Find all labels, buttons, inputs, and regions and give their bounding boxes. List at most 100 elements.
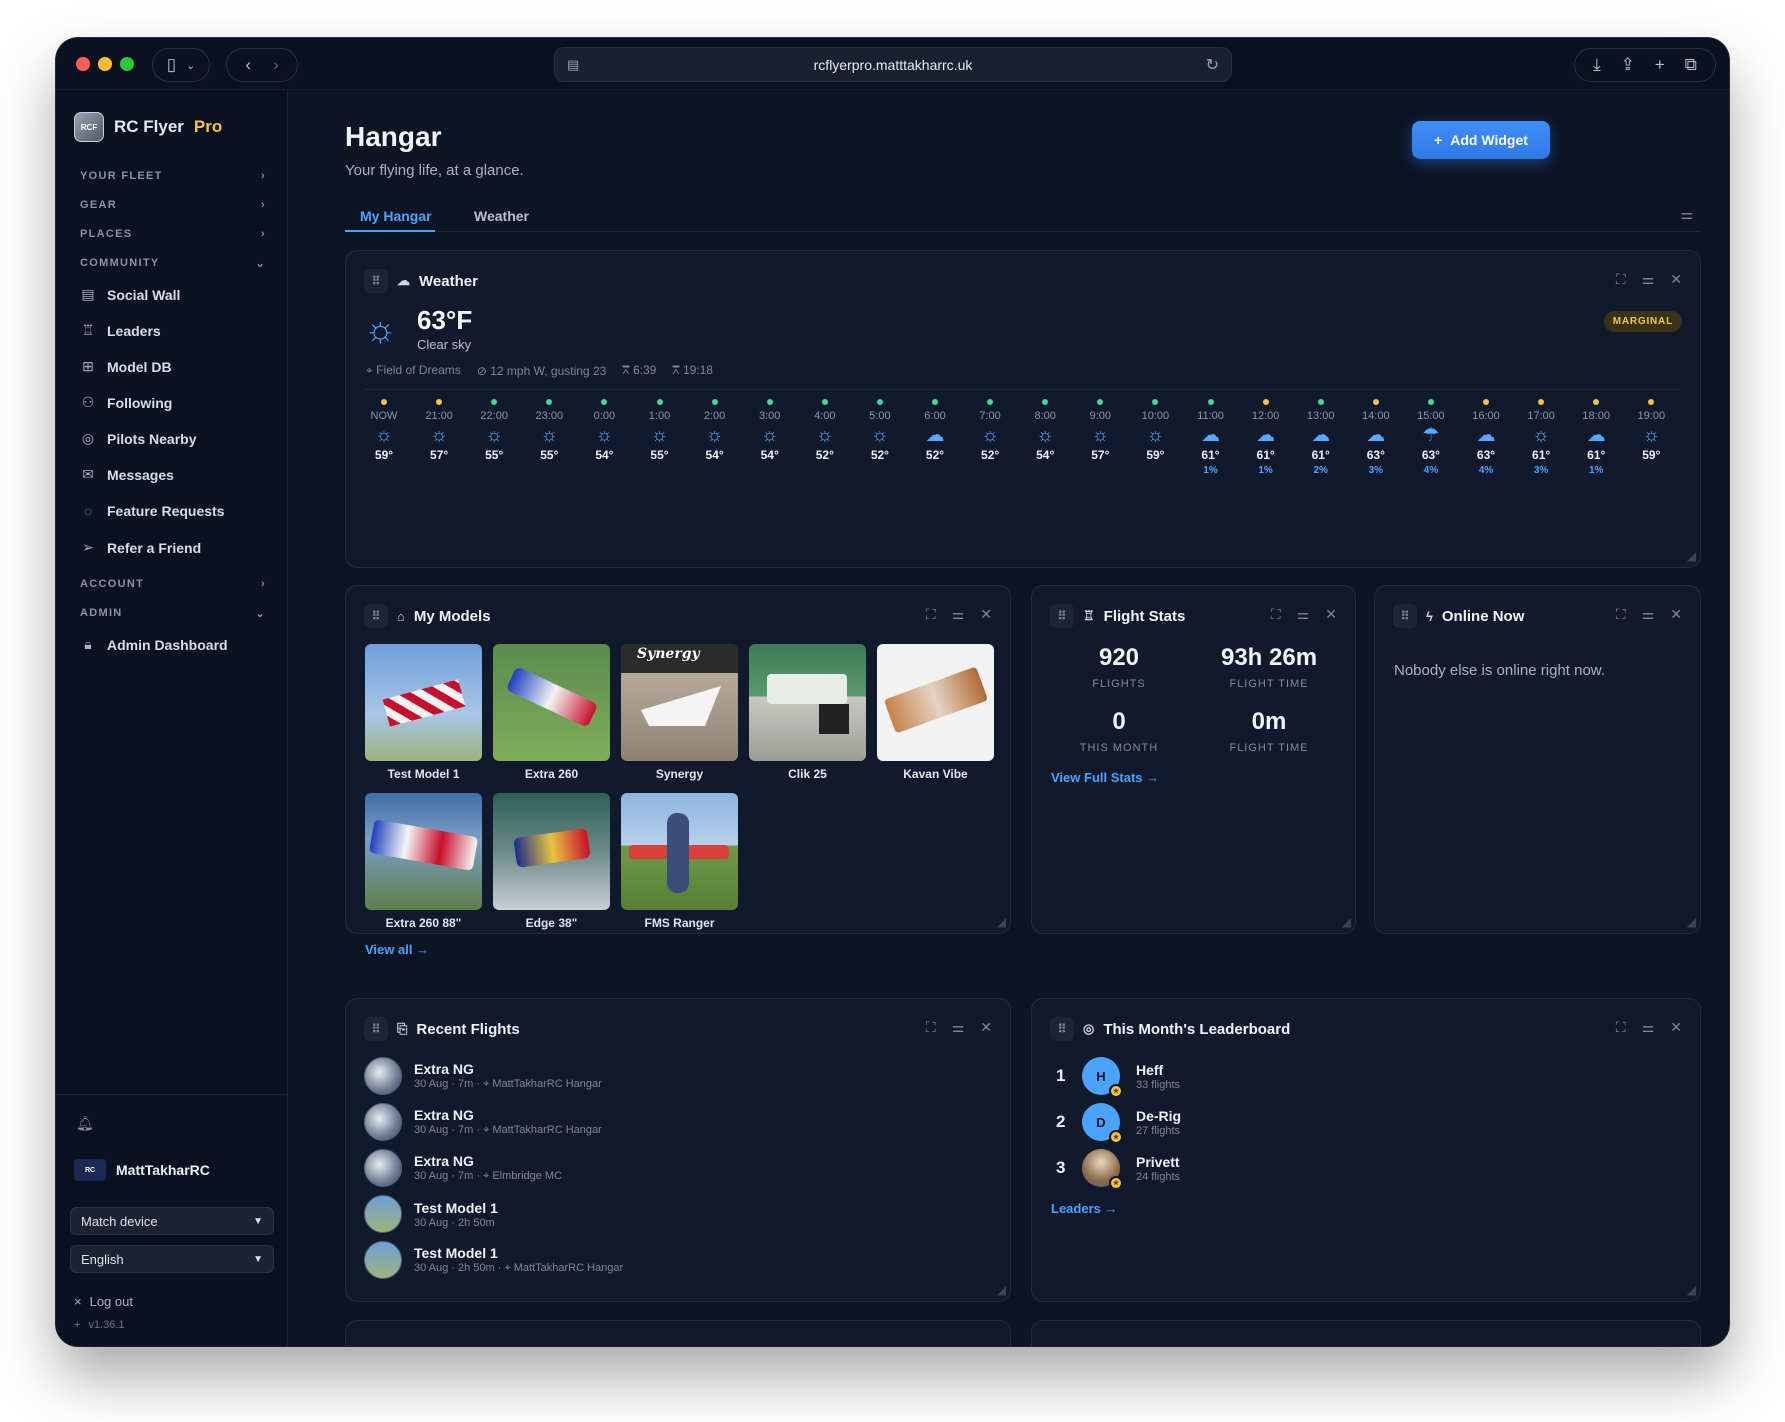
- stat-value: 0: [1112, 708, 1126, 735]
- close-window-button[interactable]: [76, 57, 90, 71]
- close-icon[interactable]: ✕: [1325, 606, 1337, 623]
- section-gear[interactable]: GEAR ›: [80, 199, 266, 211]
- section-your-fleet[interactable]: YOUR FLEET ›: [80, 170, 266, 182]
- list-item[interactable]: Test Model 1 30 Aug · 2h 50m: [364, 1195, 498, 1233]
- brand[interactable]: RCF RC Flyer Pro: [74, 112, 222, 142]
- share-icon[interactable]: ⇪: [1621, 55, 1635, 75]
- resize-handle-icon[interactable]: ◢: [997, 1283, 1006, 1297]
- zoom-window-button[interactable]: [120, 57, 134, 71]
- drag-handle-icon[interactable]: ⠿: [1050, 1017, 1074, 1041]
- link-label: Leaders: [1051, 1201, 1101, 1216]
- add-widget-button[interactable]: + Add Widget: [1412, 121, 1550, 159]
- settings-icon[interactable]: ⚌: [952, 1019, 965, 1036]
- section-admin[interactable]: ADMIN ⌄: [80, 607, 266, 620]
- section-places[interactable]: PLACES ›: [80, 228, 266, 240]
- tab-overview-icon[interactable]: ⧉: [1685, 55, 1697, 75]
- tab-weather[interactable]: Weather: [474, 208, 529, 224]
- reload-icon[interactable]: ↻: [1206, 55, 1219, 75]
- model-card[interactable]: Kavan Vibe: [877, 644, 994, 781]
- clipboard-icon: ⎘: [397, 1021, 408, 1036]
- drag-handle-icon[interactable]: ⠿: [1050, 604, 1074, 628]
- sidebar-item-social-wall[interactable]: ▤ Social Wall: [80, 286, 180, 303]
- settings-icon[interactable]: ⚌: [1297, 606, 1310, 623]
- view-all-models-link[interactable]: View all →: [365, 942, 429, 957]
- drag-handle-icon[interactable]: ⠿: [364, 1017, 388, 1041]
- settings-icon[interactable]: ⚌: [1642, 271, 1655, 288]
- sidebar-item-refer-a-friend[interactable]: ➢ Refer a Friend: [80, 539, 201, 556]
- leaderboard-row[interactable]: 3 ★ Privett 24 flights: [1056, 1149, 1180, 1190]
- close-icon[interactable]: ✕: [980, 1019, 992, 1036]
- user-profile[interactable]: RC MattTakharRC: [74, 1159, 210, 1181]
- back-icon[interactable]: ‹: [245, 55, 251, 75]
- tab-my-hangar[interactable]: My Hangar: [360, 208, 432, 224]
- leaderboard-row[interactable]: 2 D ★ De-Rig 27 flights: [1056, 1103, 1181, 1144]
- view-full-stats-link[interactable]: View Full Stats →: [1051, 770, 1159, 785]
- model-name: Extra 260: [524, 767, 579, 781]
- section-account[interactable]: ACCOUNT ›: [80, 578, 266, 590]
- close-icon[interactable]: ✕: [1670, 1019, 1682, 1036]
- resize-handle-icon[interactable]: ◢: [997, 915, 1006, 929]
- theme-select[interactable]: Match device ▼: [70, 1207, 274, 1235]
- close-icon[interactable]: ✕: [980, 606, 992, 623]
- drag-handle-icon[interactable]: ⠿: [364, 604, 388, 628]
- expand-icon[interactable]: ⛶: [1616, 1019, 1626, 1036]
- sidebar-toggle-button[interactable]: ▯ ⌄: [152, 48, 210, 82]
- language-select[interactable]: English ▼: [70, 1245, 274, 1273]
- expand-icon[interactable]: ⛶: [1616, 271, 1626, 288]
- expand-icon[interactable]: ⛶: [1271, 606, 1281, 623]
- sidebar-item-leaders[interactable]: ♖ Leaders: [80, 322, 161, 339]
- sidebar-item-label: Pilots Nearby: [107, 430, 197, 447]
- model-card[interactable]: Synergy Synergy: [621, 644, 738, 781]
- close-icon[interactable]: ✕: [1670, 271, 1682, 288]
- resize-handle-icon[interactable]: ◢: [1342, 915, 1351, 929]
- drag-handle-icon[interactable]: ⠿: [1393, 604, 1417, 628]
- expand-icon[interactable]: ⛶: [1616, 606, 1626, 623]
- model-card[interactable]: Clik 25: [749, 644, 866, 781]
- drag-handle-icon[interactable]: ⠿: [364, 269, 388, 293]
- page-settings-icon[interactable]: ▤: [567, 57, 579, 73]
- version-label: v1.36.1: [88, 1319, 125, 1331]
- leaders-link[interactable]: Leaders →: [1051, 1201, 1118, 1216]
- settings-icon[interactable]: ⚌: [952, 606, 965, 623]
- model-card[interactable]: FMS Ranger: [621, 793, 738, 930]
- section-community[interactable]: COMMUNITY ⌄: [80, 257, 266, 270]
- resize-handle-icon[interactable]: ◢: [1687, 1283, 1696, 1297]
- layout-settings-icon[interactable]: ⚌: [1680, 206, 1693, 223]
- settings-icon[interactable]: ⚌: [1642, 1019, 1655, 1036]
- sidebar-item-admin-dashboard[interactable]: 🔒︎ Admin Dashboard: [80, 636, 227, 653]
- download-icon[interactable]: ⤓: [1593, 55, 1601, 75]
- sunrise-text: 6:39: [632, 363, 657, 377]
- sidebar-item-feature-requests[interactable]: ◌ Feature Requests: [80, 503, 225, 519]
- history-nav: ‹ ›: [226, 48, 298, 82]
- leaderboard-row[interactable]: 1 H ★ Heff 33 flights: [1056, 1057, 1180, 1098]
- hour-temp: 54°: [705, 448, 724, 462]
- hour-temp: 61°: [1587, 448, 1606, 462]
- list-item[interactable]: Extra NG 30 Aug · 7m · ⌖ Elmbridge MC: [364, 1149, 562, 1187]
- flyability-dot: [1427, 399, 1434, 405]
- sidebar-item-messages[interactable]: ✉ Messages: [80, 466, 174, 483]
- section-label: ACCOUNT: [80, 578, 145, 590]
- minimize-window-button[interactable]: [98, 57, 112, 71]
- sidebar-item-following[interactable]: ⚇ Following: [80, 394, 173, 411]
- model-card[interactable]: Extra 260: [493, 644, 610, 781]
- list-item[interactable]: Test Model 1 30 Aug · 2h 50m · ⌖ MattTakh…: [364, 1241, 623, 1279]
- expand-icon[interactable]: ⛶: [926, 1019, 936, 1036]
- model-card[interactable]: Extra 260 88": [365, 793, 482, 930]
- logout-button[interactable]: × Log out: [74, 1294, 133, 1309]
- list-item[interactable]: Extra NG 30 Aug · 7m · ⌖ MattTakharRC Han…: [364, 1103, 602, 1141]
- expand-icon[interactable]: ⛶: [926, 606, 936, 623]
- resize-handle-icon[interactable]: ◢: [1687, 915, 1696, 929]
- sidebar-item-pilots-nearby[interactable]: ◎ Pilots Nearby: [80, 430, 197, 447]
- forward-icon[interactable]: ›: [273, 55, 279, 75]
- new-tab-icon[interactable]: +: [1655, 55, 1665, 75]
- list-item[interactable]: Extra NG 30 Aug · 7m · ⌖ MattTakharRC Han…: [364, 1057, 602, 1095]
- resize-handle-icon[interactable]: ◢: [1687, 549, 1696, 563]
- model-card[interactable]: Test Model 1: [365, 644, 482, 781]
- bell-icon[interactable]: 🔔︎: [76, 1115, 94, 1132]
- address-bar[interactable]: ▤ rcflyerpro.matttakharrc.uk ↻: [554, 47, 1232, 82]
- settings-icon[interactable]: ⚌: [1642, 606, 1655, 623]
- hour-temp: 52°: [925, 448, 945, 462]
- close-icon[interactable]: ✕: [1670, 606, 1682, 623]
- sidebar-item-model-db[interactable]: ⊞ Model DB: [80, 358, 171, 375]
- model-card[interactable]: Edge 38": [493, 793, 610, 930]
